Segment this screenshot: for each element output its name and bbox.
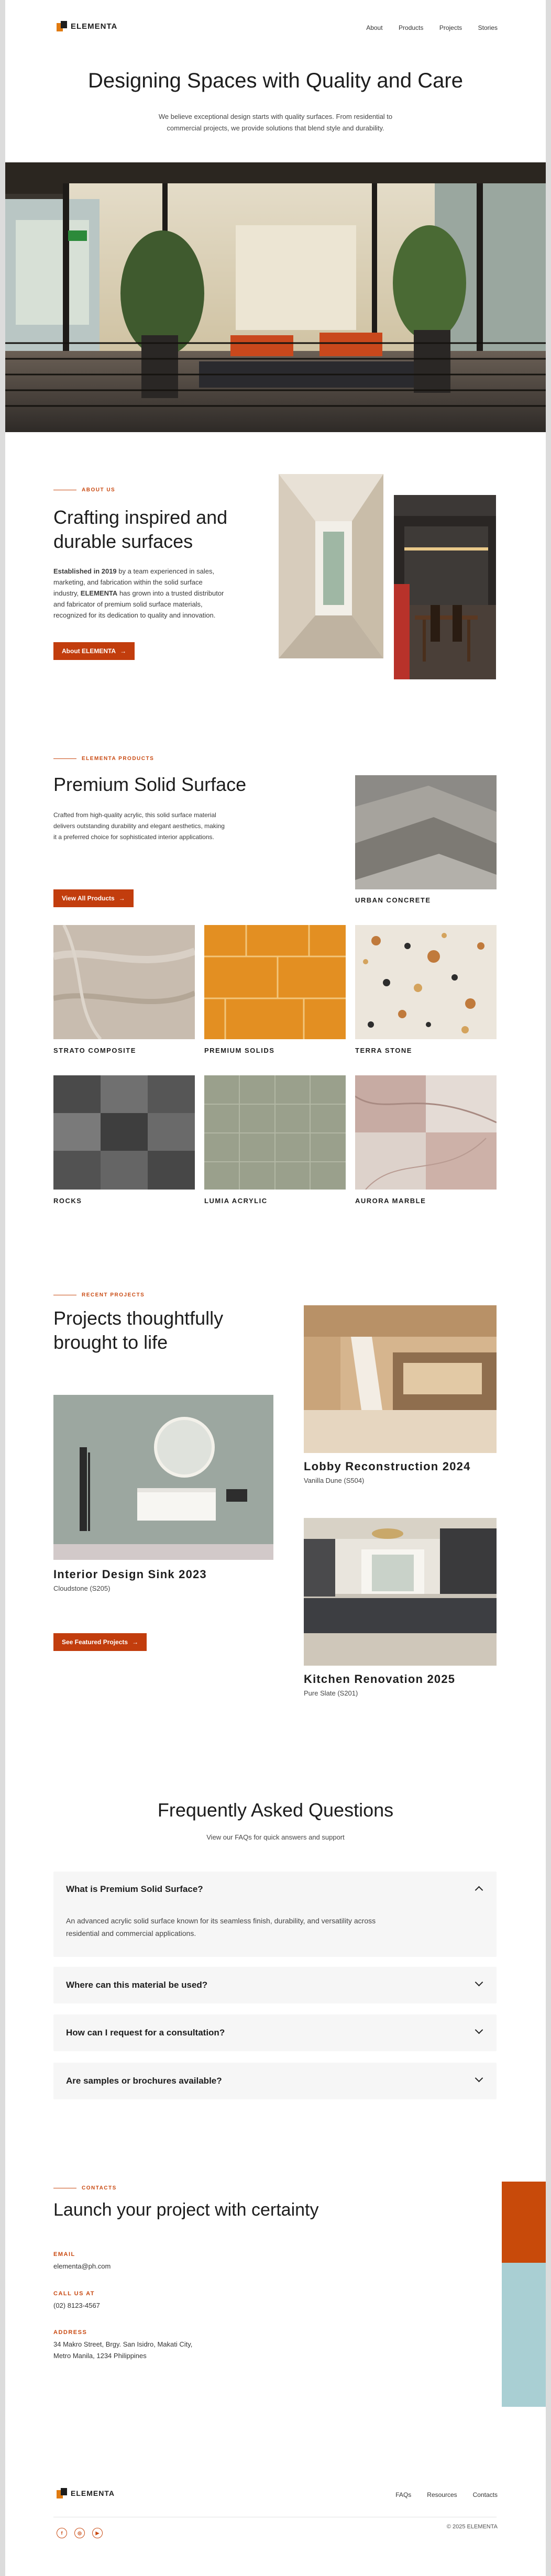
products-kicker: ELEMENTA PRODUCTS [53,756,154,762]
faq-question[interactable]: How can I request for a consultation? [66,2028,225,2038]
tile-premium-solids-label[interactable]: PREMIUM SOLIDS [204,1047,274,1054]
address-value: 34 Makro Street, Brgy. San Isidro, Makat… [53,2340,193,2360]
project-sink-image[interactable] [53,1395,273,1560]
tile-terra-stone-label[interactable]: TERRA STONE [355,1047,412,1054]
copyright: © 2025 ELEMENTA [446,2524,498,2530]
tile-urban-concrete-label[interactable]: URBAN CONCRETE [355,896,431,904]
about-title: Crafting inspired and durable surfaces [53,507,228,552]
main-nav: About Products Projects Stories [352,23,498,32]
projects-kicker: RECENT PROJECTS [53,1292,145,1298]
page: ELEMENTA About Products Projects Stories… [5,0,546,2576]
chevron-down-icon[interactable] [475,2074,483,2083]
tile-rocks-image[interactable] [53,1075,195,1190]
footer-link-resources[interactable]: Resources [427,2491,457,2498]
nav-about[interactable]: About [366,24,382,31]
project-lobby-title[interactable]: Lobby Reconstruction 2024 [304,1460,471,1473]
faq-item-4[interactable]: Are samples or brochures available? [53,2063,497,2099]
tile-terra-stone-image[interactable] [355,925,497,1039]
accent-block-orange [502,2182,546,2263]
faq-question[interactable]: Are samples or brochures available? [66,2076,222,2086]
about-image-hallway [279,474,383,658]
nav-projects[interactable]: Projects [439,24,462,31]
logo-mark-icon [57,21,67,31]
faq-item-2[interactable]: Where can this material be used? [53,1967,497,2003]
about-paragraph: Established in 2019 by a team experience… [53,567,224,619]
instagram-icon[interactable]: ◎ [74,2528,85,2538]
project-sink-subtitle: Cloudstone (S205) [53,1584,111,1592]
faq-item-3[interactable]: How can I request for a consultation? [53,2014,497,2051]
footer-link-faqs[interactable]: FAQs [395,2491,411,2498]
address-label: ADDRESS [53,2329,87,2336]
about-image-dining [394,495,496,679]
project-kitchen-title[interactable]: Kitchen Renovation 2025 [304,1672,455,1686]
contacts-kicker: CONTACTS [53,2185,117,2191]
tile-strato-composite-label[interactable]: STRATO COMPOSITE [53,1047,136,1054]
project-kitchen-subtitle: Pure Slate (S201) [304,1689,358,1697]
accent-block-teal [502,2263,546,2407]
nav-products[interactable]: Products [399,24,423,31]
youtube-icon[interactable]: ▶ [92,2528,103,2538]
project-lobby-image[interactable] [304,1305,497,1453]
project-sink-title[interactable]: Interior Design Sink 2023 [53,1568,207,1581]
nav-stories[interactable]: Stories [478,24,498,31]
faq-item-1[interactable]: What is Premium Solid Surface? An advanc… [53,1872,497,1957]
faq-question[interactable]: What is Premium Solid Surface? [66,1884,203,1895]
email-label: EMAIL [53,2251,75,2258]
social-icons: f ◎ ▶ [57,2528,103,2538]
about-button[interactable]: About ELEMENTA → [53,642,135,660]
tile-premium-solids-image[interactable] [204,925,346,1039]
projects-title: Projects thoughtfully brought to life [53,1307,224,1353]
project-kitchen-image[interactable] [304,1518,497,1666]
arrow-right-icon: → [132,1638,139,1646]
products-description: Crafted from high-quality acrylic, this … [53,811,225,841]
hero-image [5,162,546,432]
footer-logo[interactable]: ELEMENTA [57,2488,115,2498]
tile-lumia-acrylic-image[interactable] [204,1075,346,1190]
tile-strato-composite-image[interactable] [53,925,195,1039]
contacts-title: Launch your project with certainty [53,2200,319,2220]
faq-title: Frequently Asked Questions [157,1799,394,1821]
view-products-button[interactable]: View All Products → [53,889,134,907]
tile-aurora-marble-label[interactable]: AURORA MARBLE [355,1197,426,1205]
brand-name: ELEMENTA [71,21,118,31]
facebook-icon[interactable]: f [57,2528,67,2538]
chevron-down-icon[interactable] [475,2025,483,2034]
tile-urban-concrete-image[interactable] [355,775,497,889]
project-lobby-subtitle: Vanilla Dune (S504) [304,1477,365,1484]
phone-value[interactable]: (02) 8123-4567 [53,2300,100,2311]
arrow-right-icon: → [120,647,127,655]
faq-subtitle: View our FAQs for quick answers and supp… [206,1833,345,1841]
footer-links: FAQs Resources Contacts [380,2491,498,2498]
about-kicker: ABOUT US [53,487,115,493]
arrow-right-icon: → [118,895,125,902]
email-value[interactable]: elementa@ph.com [53,2261,111,2272]
brand-logo[interactable]: ELEMENTA [57,21,117,31]
faq-answer: An advanced acrylic solid surface known … [66,1917,376,1937]
chevron-down-icon[interactable] [475,1978,483,1987]
chevron-up-icon[interactable] [475,1886,483,1895]
products-title: Premium Solid Surface [53,774,247,795]
hero-title: Designing Spaces with Quality and Care [88,69,463,92]
tile-lumia-acrylic-label[interactable]: LUMIA ACRYLIC [204,1197,268,1205]
footer-link-contacts[interactable]: Contacts [473,2491,498,2498]
logo-mark-icon [57,2488,67,2498]
phone-label: CALL US AT [53,2291,95,2297]
faq-question[interactable]: Where can this material be used? [66,1980,207,1990]
tile-rocks-label[interactable]: ROCKS [53,1197,82,1205]
tile-aurora-marble-image[interactable] [355,1075,497,1190]
footer-brand-name: ELEMENTA [71,2489,115,2497]
see-projects-button[interactable]: See Featured Projects → [53,1633,147,1651]
hero-subtitle: We believe exceptional design starts wit… [158,113,393,132]
